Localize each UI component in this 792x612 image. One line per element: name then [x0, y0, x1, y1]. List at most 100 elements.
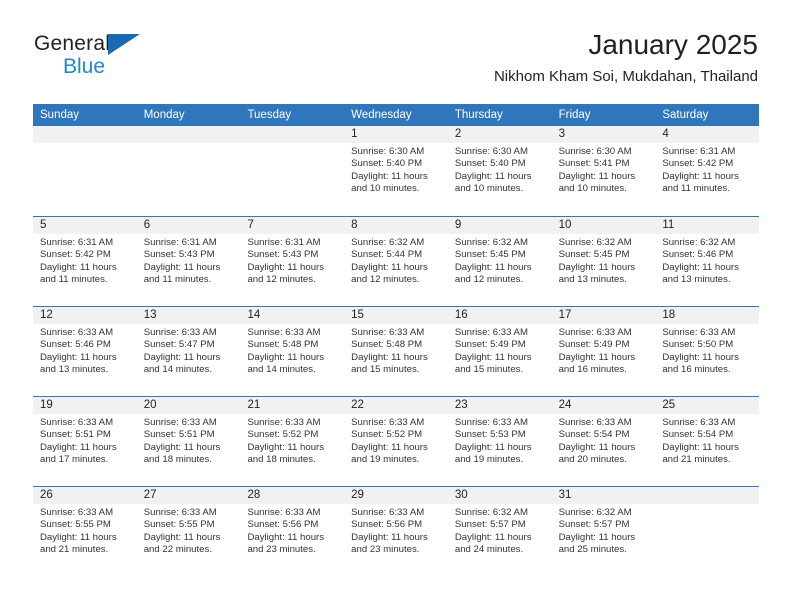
- day-cell[interactable]: 11 Sunrise: 6:32 AM Sunset: 5:46 PM Dayligh…: [655, 217, 760, 306]
- day-cell[interactable]: 31 Sunrise: 6:32 AM Sunset: 5:57 PM Dayligh…: [551, 487, 656, 576]
- day-cell[interactable]: 18 Sunrise: 6:33 AM Sunset: 5:50 PM Dayligh…: [655, 307, 760, 396]
- day-cell[interactable]: 6 Sunrise: 6:31 AM Sunset: 5:43 PM Daylight…: [136, 217, 241, 306]
- day-cell[interactable]: 30 Sunrise: 6:32 AM Sunset: 5:57 PM Dayligh…: [447, 487, 552, 576]
- day-cell[interactable]: 21 Sunrise: 6:33 AM Sunset: 5:52 PM Dayligh…: [240, 397, 345, 486]
- page-title: January 2025: [588, 29, 758, 60]
- day-number: 27: [136, 487, 241, 504]
- day-cell[interactable]: 9 Sunrise: 6:32 AM Sunset: 5:45 PM Daylight…: [447, 217, 552, 306]
- day-details: Sunrise: 6:32 AM Sunset: 5:57 PM Daylight:…: [448, 504, 552, 557]
- day-number: 8: [344, 217, 448, 234]
- weekday-header-tuesday: Tuesday: [247, 109, 292, 121]
- day-cell[interactable]: 1 Sunrise: 6:30 AM Sunset: 5:40 PM Daylight…: [344, 126, 448, 216]
- sunrise-text: Sunrise: 6:32 AM: [454, 507, 528, 518]
- sunrise-text: Sunrise: 6:33 AM: [143, 417, 217, 428]
- day-cell[interactable]: 19 Sunrise: 6:33 AM Sunset: 5:51 PM Dayligh…: [33, 397, 137, 486]
- day-cell[interactable]: 25 Sunrise: 6:33 AM Sunset: 5:54 PM Dayligh…: [655, 397, 760, 486]
- day-cell[interactable]: 26 Sunrise: 6:33 AM Sunset: 5:55 PM Dayligh…: [33, 487, 137, 576]
- daylight-text: Daylight: 11 hours and 13 minutes.: [40, 351, 117, 376]
- sunrise-text: Sunrise: 6:33 AM: [143, 507, 217, 518]
- sunset-text: Sunset: 5:56 PM: [351, 519, 423, 531]
- day-cell[interactable]: 15 Sunrise: 6:33 AM Sunset: 5:48 PM Dayligh…: [344, 307, 448, 396]
- daylight-text: Daylight: 11 hours and 18 minutes.: [143, 441, 221, 466]
- day-details: Sunrise: 6:33 AM Sunset: 5:48 PM Daylight:…: [344, 324, 448, 377]
- sunrise-text: Sunrise: 6:33 AM: [40, 507, 114, 518]
- day-cell[interactable]: 17 Sunrise: 6:33 AM Sunset: 5:49 PM Dayligh…: [551, 307, 656, 396]
- sunrise-text: Sunrise: 6:32 AM: [662, 237, 736, 248]
- day-cell[interactable]: 27 Sunrise: 6:33 AM Sunset: 5:55 PM Dayligh…: [136, 487, 241, 576]
- day-number: 3: [551, 126, 656, 143]
- day-details: Sunrise: 6:32 AM Sunset: 5:46 PM Daylight:…: [655, 234, 759, 287]
- day-number: [240, 126, 345, 143]
- logo-text-general: General: [34, 32, 111, 55]
- sunrise-text: Sunrise: 6:33 AM: [351, 507, 425, 518]
- day-number: 30: [447, 487, 552, 504]
- day-details: Sunrise: 6:32 AM Sunset: 5:44 PM Daylight:…: [344, 234, 448, 287]
- weekday-header-wednesday: Wednesday: [351, 109, 412, 121]
- day-number: 23: [447, 397, 552, 414]
- day-cell[interactable]: 12 Sunrise: 6:33 AM Sunset: 5:46 PM Dayligh…: [33, 307, 137, 396]
- day-cell[interactable]: 29 Sunrise: 6:33 AM Sunset: 5:56 PM Dayligh…: [344, 487, 448, 576]
- daylight-text: Daylight: 11 hours and 23 minutes.: [247, 531, 325, 556]
- day-details: Sunrise: 6:33 AM Sunset: 5:49 PM Daylight:…: [552, 324, 656, 377]
- daylight-text: Daylight: 11 hours and 14 minutes.: [247, 351, 325, 376]
- day-details: Sunrise: 6:33 AM Sunset: 5:55 PM Daylight:…: [137, 504, 241, 557]
- sunrise-text: Sunrise: 6:33 AM: [40, 417, 114, 428]
- day-cell[interactable]: 4 Sunrise: 6:31 AM Sunset: 5:42 PM Daylight…: [655, 126, 760, 216]
- day-number: 5: [33, 217, 137, 234]
- day-cell[interactable]: 24 Sunrise: 6:33 AM Sunset: 5:54 PM Dayligh…: [551, 397, 656, 486]
- day-details: Sunrise: 6:33 AM Sunset: 5:46 PM Daylight:…: [33, 324, 137, 377]
- day-number: 9: [447, 217, 552, 234]
- weekday-header-monday: Monday: [143, 109, 185, 121]
- calendar-week-row: 12 Sunrise: 6:33 AM Sunset: 5:46 PM Dayligh…: [33, 306, 760, 396]
- day-cell[interactable]: 13 Sunrise: 6:33 AM Sunset: 5:47 PM Dayligh…: [136, 307, 241, 396]
- daylight-text: Daylight: 11 hours and 19 minutes.: [454, 441, 532, 466]
- calendar-weeks: 1 Sunrise: 6:30 AM Sunset: 5:40 PM Daylight…: [33, 126, 760, 576]
- sunrise-text: Sunrise: 6:33 AM: [454, 327, 528, 338]
- day-cell[interactable]: 7 Sunrise: 6:31 AM Sunset: 5:43 PM Daylight…: [240, 217, 345, 306]
- day-number: [655, 487, 760, 504]
- sunrise-text: Sunrise: 6:33 AM: [247, 327, 321, 338]
- daylight-text: Daylight: 11 hours and 20 minutes.: [558, 441, 636, 466]
- day-number: 15: [344, 307, 448, 324]
- day-number: 13: [136, 307, 241, 324]
- day-cell[interactable]: 14 Sunrise: 6:33 AM Sunset: 5:48 PM Dayligh…: [240, 307, 345, 396]
- day-cell-empty: [655, 487, 760, 576]
- day-cell[interactable]: 28 Sunrise: 6:33 AM Sunset: 5:56 PM Dayligh…: [240, 487, 345, 576]
- daylight-text: Daylight: 11 hours and 14 minutes.: [143, 351, 221, 376]
- day-number: 11: [655, 217, 760, 234]
- sunrise-text: Sunrise: 6:33 AM: [40, 327, 114, 338]
- day-cell[interactable]: 5 Sunrise: 6:31 AM Sunset: 5:42 PM Daylight…: [33, 217, 137, 306]
- day-details: Sunrise: 6:32 AM Sunset: 5:45 PM Daylight:…: [552, 234, 656, 287]
- sunset-text: Sunset: 5:45 PM: [558, 249, 630, 261]
- day-number: 22: [344, 397, 448, 414]
- sunrise-text: Sunrise: 6:33 AM: [454, 417, 528, 428]
- day-details: Sunrise: 6:30 AM Sunset: 5:40 PM Daylight:…: [344, 143, 448, 196]
- daylight-text: Daylight: 11 hours and 15 minutes.: [454, 351, 532, 376]
- daylight-text: Daylight: 11 hours and 21 minutes.: [40, 531, 117, 556]
- sunset-text: Sunset: 5:43 PM: [247, 249, 319, 261]
- day-details: Sunrise: 6:30 AM Sunset: 5:41 PM Daylight:…: [552, 143, 656, 196]
- sunrise-text: Sunrise: 6:33 AM: [351, 417, 425, 428]
- general-blue-logo[interactable]: General Blue: [34, 32, 174, 88]
- day-cell-empty: [136, 126, 241, 216]
- weekday-header-thursday: Thursday: [454, 109, 503, 121]
- sunset-text: Sunset: 5:55 PM: [40, 519, 111, 531]
- day-cell[interactable]: 3 Sunrise: 6:30 AM Sunset: 5:41 PM Daylight…: [551, 126, 656, 216]
- sunset-text: Sunset: 5:40 PM: [351, 158, 423, 170]
- day-cell[interactable]: 10 Sunrise: 6:32 AM Sunset: 5:45 PM Dayligh…: [551, 217, 656, 306]
- day-cell[interactable]: 23 Sunrise: 6:33 AM Sunset: 5:53 PM Dayligh…: [447, 397, 552, 486]
- day-cell[interactable]: 22 Sunrise: 6:33 AM Sunset: 5:52 PM Dayligh…: [344, 397, 448, 486]
- daylight-text: Daylight: 11 hours and 22 minutes.: [143, 531, 221, 556]
- sunset-text: Sunset: 5:48 PM: [247, 339, 319, 351]
- day-cell[interactable]: 8 Sunrise: 6:32 AM Sunset: 5:44 PM Daylight…: [344, 217, 448, 306]
- sunrise-text: Sunrise: 6:33 AM: [662, 417, 736, 428]
- day-cell[interactable]: 20 Sunrise: 6:33 AM Sunset: 5:51 PM Dayligh…: [136, 397, 241, 486]
- day-cell[interactable]: 2 Sunrise: 6:30 AM Sunset: 5:40 PM Daylight…: [447, 126, 552, 216]
- day-cell[interactable]: 16 Sunrise: 6:33 AM Sunset: 5:49 PM Dayligh…: [447, 307, 552, 396]
- day-details: Sunrise: 6:31 AM Sunset: 5:42 PM Daylight:…: [33, 234, 137, 287]
- calendar-week-row: 19 Sunrise: 6:33 AM Sunset: 5:51 PM Dayligh…: [33, 396, 760, 486]
- day-number: 1: [344, 126, 448, 143]
- daylight-text: Daylight: 11 hours and 21 minutes.: [662, 441, 739, 466]
- daylight-text: Daylight: 11 hours and 12 minutes.: [454, 261, 532, 286]
- sunset-text: Sunset: 5:56 PM: [247, 519, 319, 531]
